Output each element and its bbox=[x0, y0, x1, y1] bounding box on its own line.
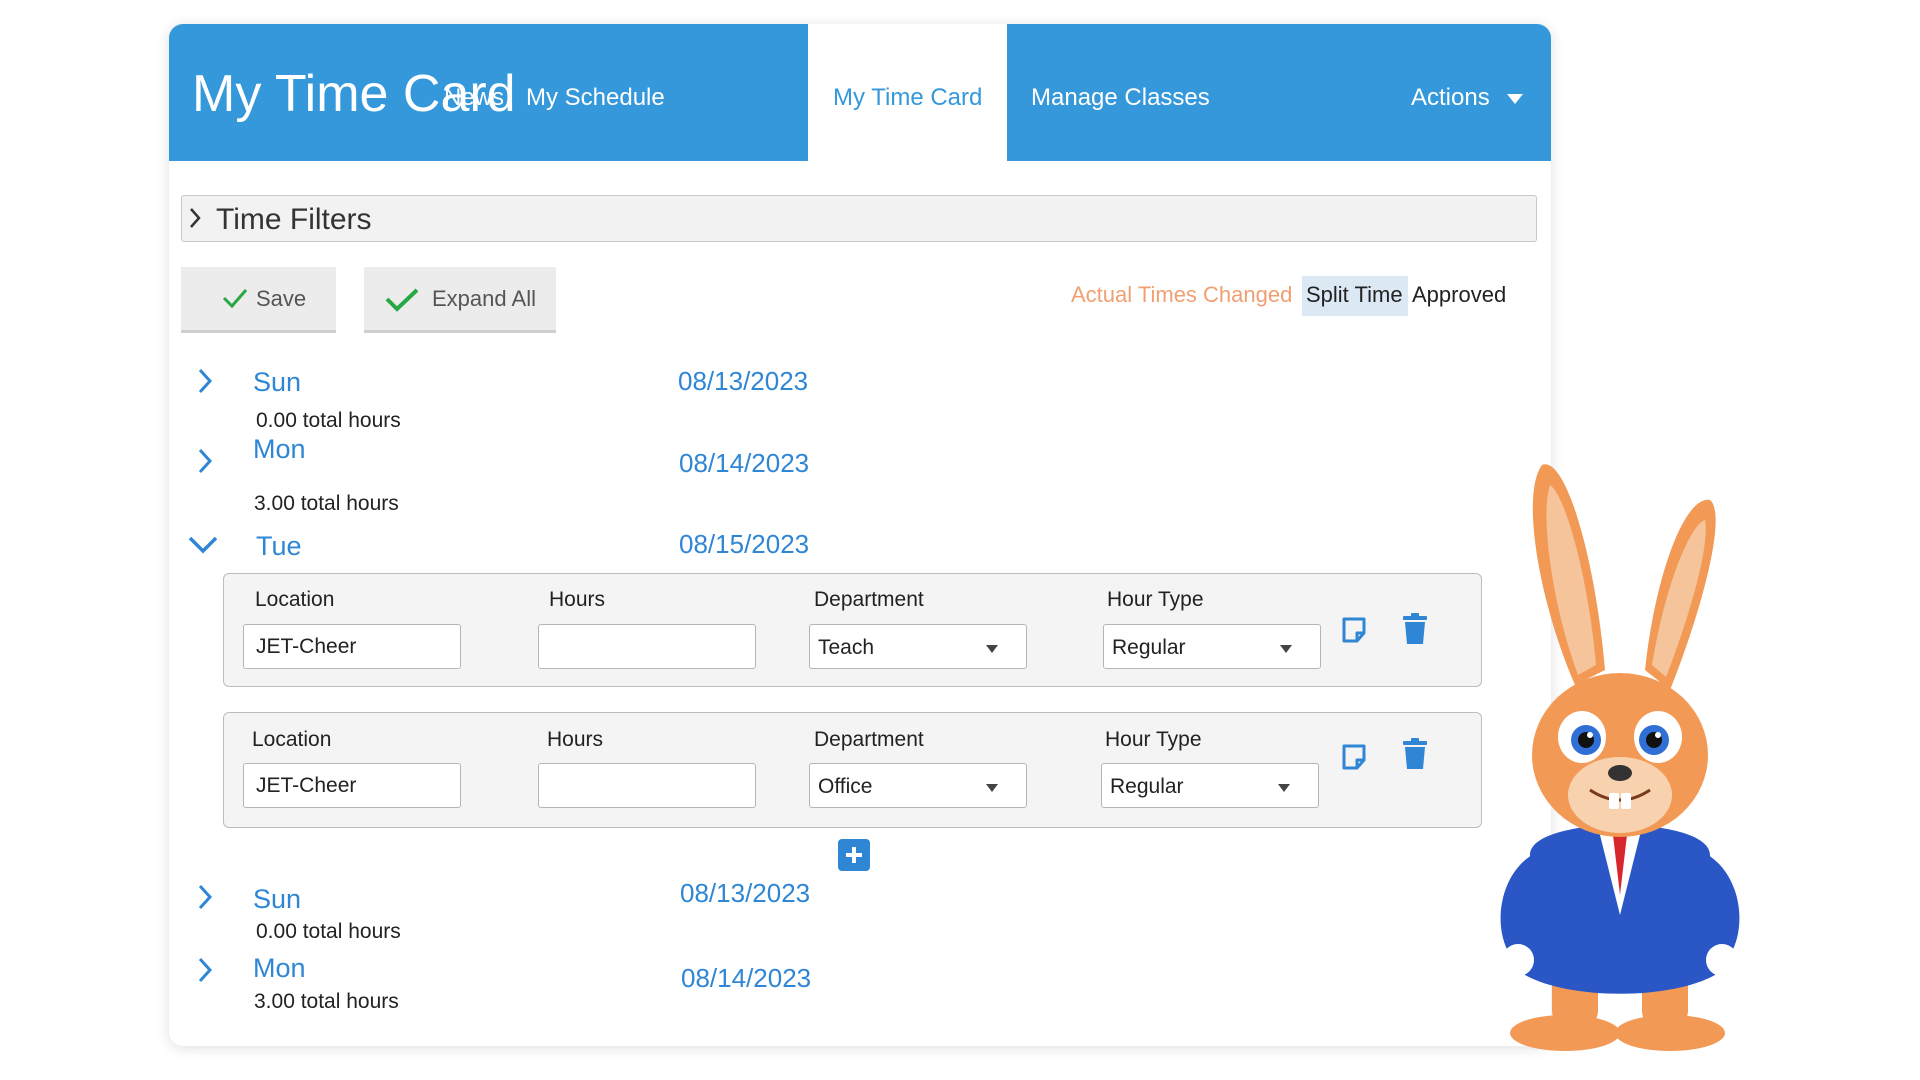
chevron-right-icon[interactable] bbox=[197, 883, 213, 911]
hour-type-label: Hour Type bbox=[1107, 588, 1204, 611]
plus-icon bbox=[846, 847, 862, 863]
note-icon[interactable] bbox=[1340, 616, 1368, 644]
legend-actual-times-changed: Actual Times Changed bbox=[1071, 282, 1293, 307]
day-name[interactable]: Sun bbox=[253, 886, 301, 913]
location-label: Location bbox=[255, 588, 335, 611]
department-label: Department bbox=[814, 728, 924, 751]
hour-type-value: Regular bbox=[1112, 636, 1186, 659]
nav-my-time-card[interactable]: My Time Card bbox=[808, 24, 1007, 161]
hours-label: Hours bbox=[549, 588, 606, 611]
expand-all-label: Expand All bbox=[432, 286, 536, 311]
day-date: 08/13/2023 bbox=[680, 878, 811, 908]
save-label: Save bbox=[256, 286, 307, 311]
day-date: 08/13/2023 bbox=[678, 366, 809, 396]
day-date: 08/14/2023 bbox=[681, 963, 812, 993]
hour-type-value: Regular bbox=[1110, 775, 1184, 798]
nav-my-time-card-label: My Time Card bbox=[833, 84, 983, 111]
nav-my-schedule[interactable]: My Schedule bbox=[526, 86, 665, 110]
actions-menu[interactable]: Actions bbox=[1411, 86, 1490, 110]
trash-icon[interactable] bbox=[1402, 613, 1428, 645]
time-card-panel: My Time Card News My Schedule My Time Ca… bbox=[169, 24, 1551, 1046]
department-select[interactable]: Office bbox=[809, 763, 1027, 808]
caret-down-icon bbox=[986, 784, 998, 792]
chevron-right-icon[interactable] bbox=[197, 447, 213, 475]
caret-down-icon bbox=[1280, 645, 1292, 653]
department-label: Department bbox=[814, 588, 924, 611]
check-icon bbox=[385, 288, 419, 312]
hour-type-select[interactable]: Regular bbox=[1103, 624, 1321, 669]
time-entry-row: Location Hours Department Hour Type Offi… bbox=[223, 712, 1482, 828]
day-name[interactable]: Sun bbox=[253, 369, 301, 396]
day-name[interactable]: Mon bbox=[253, 436, 306, 463]
nav-manage-classes[interactable]: Manage Classes bbox=[1031, 86, 1210, 110]
chevron-right-icon bbox=[190, 208, 201, 228]
actions-label: Actions bbox=[1411, 84, 1490, 111]
day-total-hours: 0.00 total hours bbox=[256, 920, 401, 943]
chevron-right-icon[interactable] bbox=[197, 956, 213, 984]
note-icon[interactable] bbox=[1340, 743, 1368, 771]
caret-down-icon bbox=[986, 645, 998, 653]
day-name[interactable]: Mon bbox=[253, 955, 306, 982]
bunny-mascot bbox=[1500, 464, 1740, 1051]
department-value: Teach bbox=[818, 636, 875, 659]
check-icon bbox=[222, 289, 248, 309]
hour-type-select[interactable]: Regular bbox=[1101, 763, 1319, 808]
chevron-down-icon[interactable] bbox=[187, 534, 219, 556]
day-total-hours: 3.00 total hours bbox=[254, 492, 399, 515]
trash-icon[interactable] bbox=[1402, 738, 1428, 770]
caret-down-icon[interactable] bbox=[1507, 94, 1523, 104]
time-filters-label: Time Filters bbox=[216, 203, 372, 236]
hour-type-label: Hour Type bbox=[1105, 728, 1202, 751]
hours-label: Hours bbox=[547, 728, 604, 751]
header-bar: My Time Card News My Schedule My Time Ca… bbox=[169, 24, 1551, 161]
expand-all-button[interactable]: Expand All bbox=[364, 267, 556, 333]
chevron-right-icon[interactable] bbox=[197, 367, 213, 395]
day-total-hours: 3.00 total hours bbox=[254, 990, 399, 1013]
caret-down-icon bbox=[1278, 784, 1290, 792]
location-label: Location bbox=[252, 728, 332, 751]
day-date: 08/15/2023 bbox=[679, 529, 810, 559]
time-entry-row: Location Hours Department Hour Type Teac… bbox=[223, 573, 1482, 687]
save-button[interactable]: Save bbox=[181, 267, 336, 333]
time-filters-toggle[interactable]: Time Filters bbox=[181, 195, 1537, 242]
hours-field[interactable] bbox=[538, 763, 756, 808]
department-select[interactable]: Teach bbox=[809, 624, 1027, 669]
location-field[interactable] bbox=[243, 763, 461, 808]
day-total-hours: 0.00 total hours bbox=[256, 409, 401, 432]
day-date: 08/14/2023 bbox=[679, 448, 810, 478]
nav-news[interactable]: News bbox=[444, 86, 504, 110]
department-value: Office bbox=[818, 775, 873, 798]
legend-approved: Approved bbox=[1412, 282, 1507, 307]
add-entry-button[interactable] bbox=[838, 839, 870, 871]
day-name[interactable]: Tue bbox=[256, 533, 302, 560]
legend-split-time: Split Time bbox=[1306, 282, 1403, 307]
location-field[interactable] bbox=[243, 624, 461, 669]
hours-field[interactable] bbox=[538, 624, 756, 669]
